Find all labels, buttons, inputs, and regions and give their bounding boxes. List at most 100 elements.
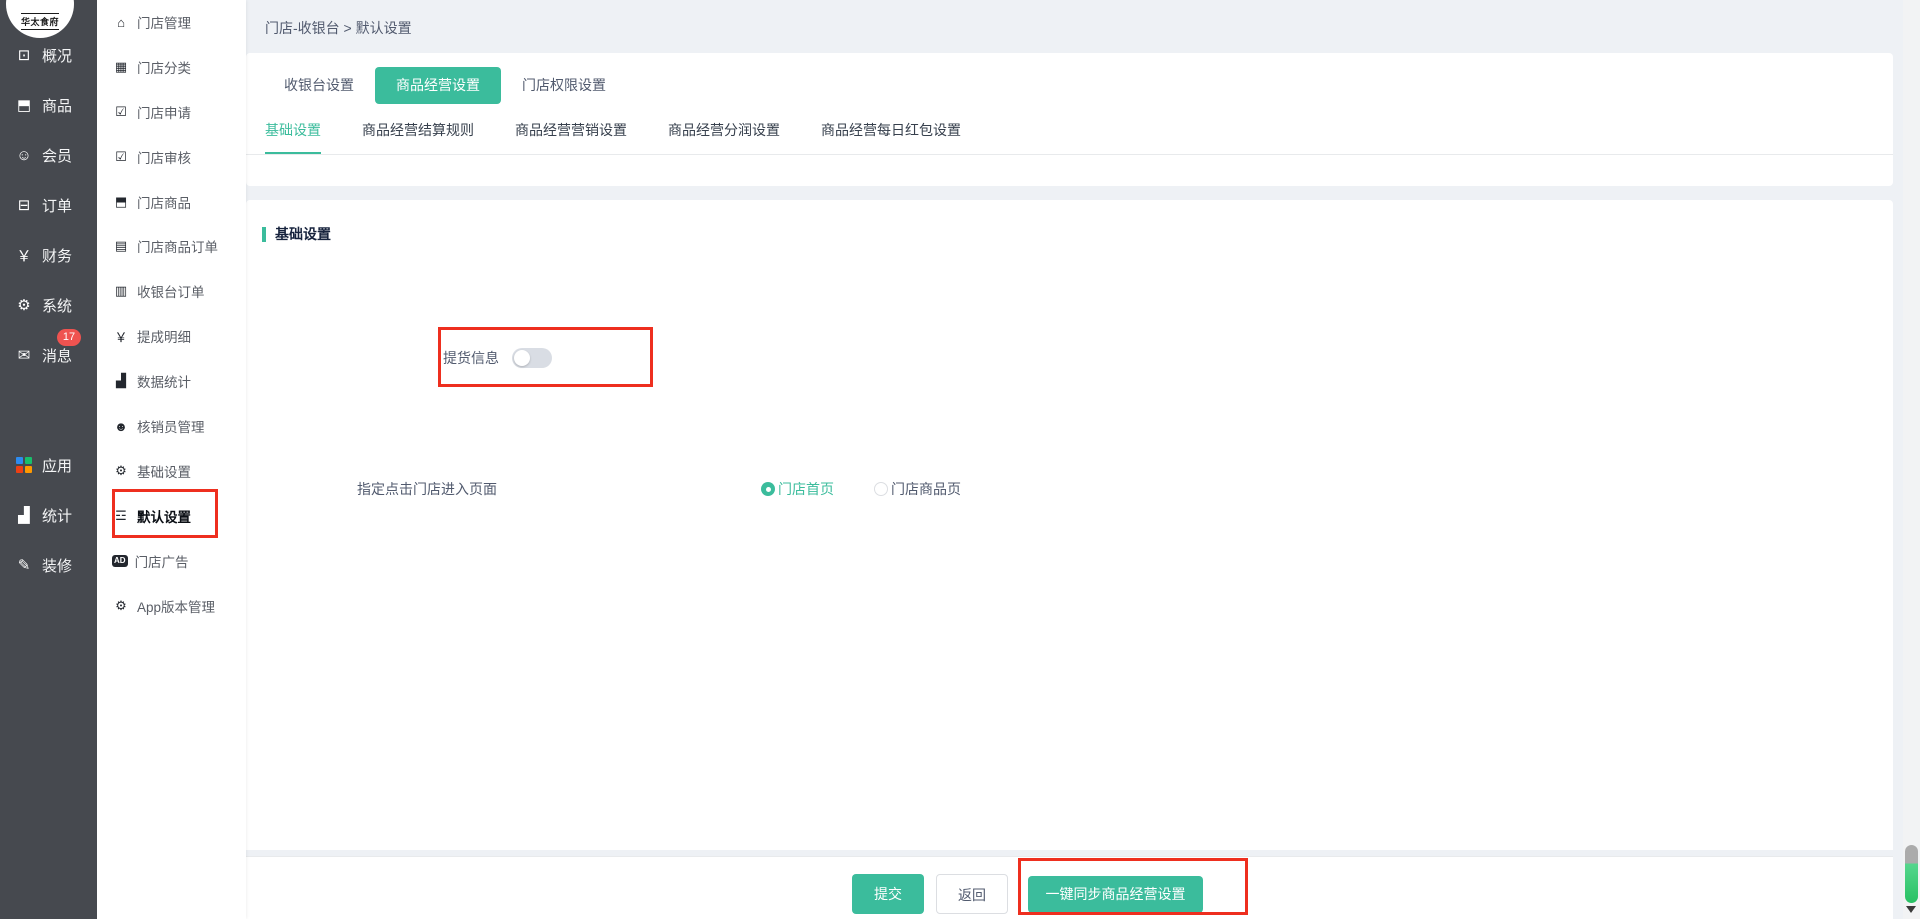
scrollbar-down-arrow-icon[interactable] <box>1906 906 1916 913</box>
system-icon: ⚙ <box>17 297 31 314</box>
submenu-item-store-apply[interactable]: ☑ 门店申请 <box>97 98 246 126</box>
section-accent-bar <box>262 226 266 242</box>
sidebar-item-system[interactable]: ⚙ 系统 <box>0 291 97 319</box>
submenu-item-data-statistics[interactable]: ▟ 数据统计 <box>97 367 246 395</box>
submenu-item-app-version[interactable]: ⚙ App版本管理 <box>97 592 246 620</box>
submenu-item-label: 门店商品 <box>137 196 191 211</box>
submenu-item-label: 数据统计 <box>137 375 191 390</box>
store-goods-icon: ⬒ <box>114 194 128 209</box>
pickup-info-toggle[interactable] <box>512 348 552 368</box>
section-title: 基础设置 <box>275 226 331 242</box>
store-audit-icon: ☑ <box>115 149 127 164</box>
statistics-icon: ▟ <box>18 507 30 524</box>
sidebar-item-label: 装修 <box>42 557 73 575</box>
submenu-item-label: 收银台订单 <box>137 285 205 300</box>
ad-icon: AD <box>112 555 128 567</box>
subtab-settlement-rules[interactable]: 商品经营结算规则 <box>362 120 474 154</box>
subtab-daily-redpacket-settings[interactable]: 商品经营每日红包设置 <box>821 120 961 154</box>
sidebar-item-label: 消息 <box>42 347 73 365</box>
radio-store-home-label[interactable]: 门店首页 <box>778 478 834 500</box>
finance-icon: ￥ <box>16 247 32 265</box>
toggle-knob <box>514 350 530 366</box>
cashier-orders-icon: ▥ <box>114 283 128 298</box>
submenu-item-label: 提成明细 <box>137 330 191 345</box>
scrollbar-thumb[interactable] <box>1905 845 1918 903</box>
submenu-item-label: 门店申请 <box>137 106 191 121</box>
sidebar-item-orders[interactable]: ⊟ 订单 <box>0 191 97 219</box>
sidebar-item-members[interactable]: ☺ 会员 <box>0 141 97 169</box>
submenu-item-label: 门店分类 <box>137 61 191 76</box>
decoration-icon: ✎ <box>17 557 31 574</box>
submenu-item-store-audit[interactable]: ☑ 门店审核 <box>97 143 246 171</box>
members-icon: ☺ <box>16 146 32 164</box>
submenu-item-default-settings[interactable]: ☲ 默认设置 <box>97 502 246 530</box>
basic-settings-icon: ⚙ <box>115 463 127 478</box>
store-category-icon: ▦ <box>114 59 128 74</box>
subtab-marketing-settings[interactable]: 商品经营营销设置 <box>515 120 627 154</box>
app-version-icon: ⚙ <box>115 598 127 613</box>
sidebar-item-label: 订单 <box>42 197 73 215</box>
commission-detail-icon: ￥ <box>114 329 128 345</box>
sidebar-item-label: 系统 <box>42 297 73 315</box>
radio-store-goods-page[interactable] <box>874 482 888 496</box>
submenu-item-verifier-management[interactable]: ☻ 核销员管理 <box>97 412 246 440</box>
sidebar-item-messages[interactable]: ✉ 消息 17 <box>0 329 97 369</box>
sidebar-item-label: 应用 <box>42 457 73 475</box>
entry-page-form-row: 指定点击门店进入页面 门店首页 门店商品页 <box>246 478 1893 500</box>
content-card: 基础设置 指定点击门店进入页面 门店首页 门店商品页 提货信息 <box>246 200 1893 850</box>
submenu-item-store-ads[interactable]: AD 门店广告 <box>97 547 246 575</box>
tab-cashier-settings[interactable]: 收银台设置 <box>282 75 356 95</box>
footer-action-bar: 提交 返回 一键同步商品经营设置 <box>246 856 1893 919</box>
brand-logo: 华太食府 <box>6 0 74 38</box>
submenu-item-basic-settings[interactable]: ⚙ 基础设置 <box>97 457 246 485</box>
app-root: 华太食府 ⊡ 概况 ⬒ 商品 ☺ 会员 ⊟ 订单 ￥ 财务 ⚙ 系统 ✉ 消息 17 应用 ▟ 统计 ✎ 装修 ⌂ 门店… <box>0 0 1920 919</box>
sync-goods-settings-button[interactable]: 一键同步商品经营设置 <box>1028 876 1203 913</box>
default-settings-icon: ☲ <box>115 508 127 523</box>
sub-tabs: 基础设置 商品经营结算规则 商品经营营销设置 商品经营分润设置 商品经营每日红包… <box>265 120 961 154</box>
sidebar-item-statistics[interactable]: ▟ 统计 <box>0 501 97 529</box>
sidebar-item-goods[interactable]: ⬒ 商品 <box>0 91 97 119</box>
radio-dot <box>765 486 771 492</box>
entry-page-label: 指定点击门店进入页面 <box>357 481 497 497</box>
tab-store-permission-settings[interactable]: 门店权限设置 <box>520 75 608 95</box>
primary-sidebar: 华太食府 ⊡ 概况 ⬒ 商品 ☺ 会员 ⊟ 订单 ￥ 财务 ⚙ 系统 ✉ 消息 17 应用 ▟ 统计 ✎ 装修 <box>0 0 97 919</box>
subtab-profit-sharing-settings[interactable]: 商品经营分润设置 <box>668 120 780 154</box>
data-statistics-icon: ▟ <box>116 373 126 388</box>
breadcrumb: 门店-收银台 > 默认设置 <box>265 20 412 36</box>
submenu-item-label: 核销员管理 <box>137 420 205 435</box>
radio-store-goods-page-label[interactable]: 门店商品页 <box>891 478 961 500</box>
sidebar-item-apps[interactable]: 应用 <box>0 451 97 479</box>
page-scrollbar[interactable] <box>1903 0 1920 919</box>
submenu-item-store-goods[interactable]: ⬒ 门店商品 <box>97 188 246 216</box>
submit-button[interactable]: 提交 <box>852 874 924 914</box>
verifier-management-icon: ☻ <box>114 418 128 434</box>
tab-card: 收银台设置 商品经营设置 门店权限设置 基础设置 商品经营结算规则 商品经营营销… <box>246 53 1893 186</box>
submenu-item-commission-detail[interactable]: ￥ 提成明细 <box>97 322 246 350</box>
brand-logo-text: 华太食府 <box>20 13 59 30</box>
subtab-divider <box>246 154 1893 155</box>
tab-goods-operation-settings[interactable]: 商品经营设置 <box>375 66 501 104</box>
submenu-item-label: App版本管理 <box>137 600 216 615</box>
sidebar-item-finance[interactable]: ￥ 财务 <box>0 241 97 269</box>
sidebar-item-label: 概况 <box>42 47 73 65</box>
submenu-item-store-goods-orders[interactable]: ▤ 门店商品订单 <box>97 232 246 260</box>
store-apply-icon: ☑ <box>115 104 127 119</box>
pickup-info-label: 提货信息 <box>443 350 499 366</box>
submenu-item-label: 默认设置 <box>137 510 191 525</box>
section-header: 基础设置 <box>262 224 331 244</box>
messages-badge: 17 <box>57 329 81 346</box>
sidebar-item-decoration[interactable]: ✎ 装修 <box>0 551 97 579</box>
submenu-item-store-management[interactable]: ⌂ 门店管理 <box>97 8 246 36</box>
orders-icon: ⊟ <box>17 197 31 214</box>
submenu-item-cashier-orders[interactable]: ▥ 收银台订单 <box>97 277 246 305</box>
submenu-item-label: 门店广告 <box>134 555 189 570</box>
submenu-item-store-category[interactable]: ▦ 门店分类 <box>97 53 246 81</box>
store-goods-orders-icon: ▤ <box>114 238 128 253</box>
main-tabs: 收银台设置 商品经营设置 门店权限设置 <box>282 66 608 104</box>
radio-store-home[interactable] <box>761 482 775 496</box>
back-button[interactable]: 返回 <box>936 874 1008 914</box>
secondary-sidebar: ⌂ 门店管理 ▦ 门店分类 ☑ 门店申请 ☑ 门店审核 ⬒ 门店商品 ▤ 门店商品订单 ▥ 收银台订单 ￥ 提… <box>97 0 246 919</box>
messages-icon: ✉ <box>17 347 31 364</box>
sidebar-item-overview[interactable]: ⊡ 概况 <box>0 41 97 69</box>
subtab-basic-settings[interactable]: 基础设置 <box>265 120 321 154</box>
